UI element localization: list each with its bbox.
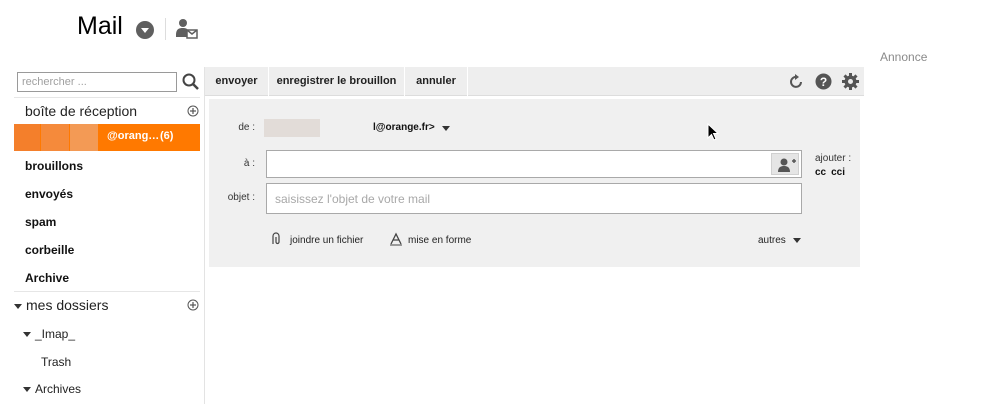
redacted-block [70, 124, 98, 151]
chevron-down-icon[interactable] [793, 238, 801, 243]
from-address[interactable]: l@orange.fr> [373, 122, 435, 133]
my-folders-toggle[interactable]: mes dossiers [14, 297, 108, 313]
gear-icon[interactable] [842, 73, 859, 90]
paperclip-icon [272, 232, 280, 245]
folder-drafts[interactable]: brouillons [25, 159, 83, 173]
mouse-cursor-icon [707, 123, 719, 141]
folder-label: _Imap_ [35, 327, 76, 341]
cc-cci-links: cc cci [815, 167, 850, 178]
cc-link[interactable]: cc [815, 167, 826, 178]
to-label: à : [243, 158, 255, 169]
plus-circle-icon[interactable] [187, 105, 199, 117]
add-contact-icon [778, 158, 796, 172]
my-folders-label: mes dossiers [26, 297, 109, 313]
header-divider [165, 18, 166, 40]
caret-down-icon [23, 332, 31, 338]
search-input[interactable] [17, 72, 177, 92]
plus-circle-icon[interactable] [187, 299, 199, 311]
redacted-block [41, 124, 69, 151]
folder-label: Archives [35, 382, 82, 396]
ad-label: Annonce [880, 50, 928, 64]
folder-archive[interactable]: Archive [25, 271, 69, 285]
help-icon[interactable]: ? [815, 73, 832, 90]
cancel-button[interactable]: annuler [405, 67, 467, 96]
unread-count: (6) [160, 130, 174, 142]
text-format-icon [390, 232, 402, 246]
redacted-block [264, 119, 320, 137]
search-box [17, 72, 200, 94]
send-button[interactable]: envoyer [205, 67, 268, 96]
contact-mail-icon[interactable] [176, 18, 198, 40]
subject-label: objet : [227, 192, 255, 203]
divider [14, 97, 200, 98]
refresh-icon[interactable] [788, 73, 805, 90]
caret-down-icon [14, 303, 22, 309]
caret-down-icon [23, 387, 31, 393]
cci-link[interactable]: cci [831, 167, 845, 178]
redacted-block [14, 124, 40, 151]
chevron-down-icon[interactable] [442, 126, 450, 131]
folder-sent[interactable]: envoyés [25, 187, 73, 201]
to-field[interactable] [266, 150, 802, 178]
subject-input[interactable] [266, 183, 802, 214]
compose-form: de : l@orange.fr> à : ajouter : cc cci ob… [209, 99, 860, 267]
format-button[interactable]: mise en forme [408, 235, 471, 246]
inbox-label[interactable]: boîte de réception [25, 103, 137, 119]
divider [14, 291, 200, 292]
add-recipient-button[interactable] [771, 153, 799, 175]
chevron-down-circle-icon[interactable] [136, 21, 154, 39]
folder-imap-trash[interactable]: Trash [41, 355, 71, 369]
folder-sidebar: boîte de réception @orang… (6) brouillon… [0, 67, 205, 404]
account-name: @orang… [107, 130, 160, 142]
attach-file-button[interactable]: joindre un fichier [290, 235, 363, 246]
more-options-button[interactable]: autres [758, 235, 786, 246]
from-label: de : [238, 122, 255, 133]
app-title: Mail [77, 12, 123, 40]
folder-imap[interactable]: _Imap_ [23, 327, 75, 341]
toolbar-divider [467, 67, 468, 96]
folder-spam[interactable]: spam [25, 215, 56, 229]
svg-text:?: ? [820, 75, 827, 89]
inbox-account-item[interactable]: @orang… (6) [14, 124, 200, 151]
folder-archives[interactable]: Archives [23, 382, 81, 396]
add-label: ajouter : [815, 153, 852, 164]
search-icon[interactable] [181, 72, 201, 92]
compose-toolbar: envoyer enregistrer le brouillon annuler… [205, 67, 864, 96]
folder-trash[interactable]: corbeille [25, 243, 74, 257]
save-draft-button[interactable]: enregistrer le brouillon [269, 67, 404, 96]
